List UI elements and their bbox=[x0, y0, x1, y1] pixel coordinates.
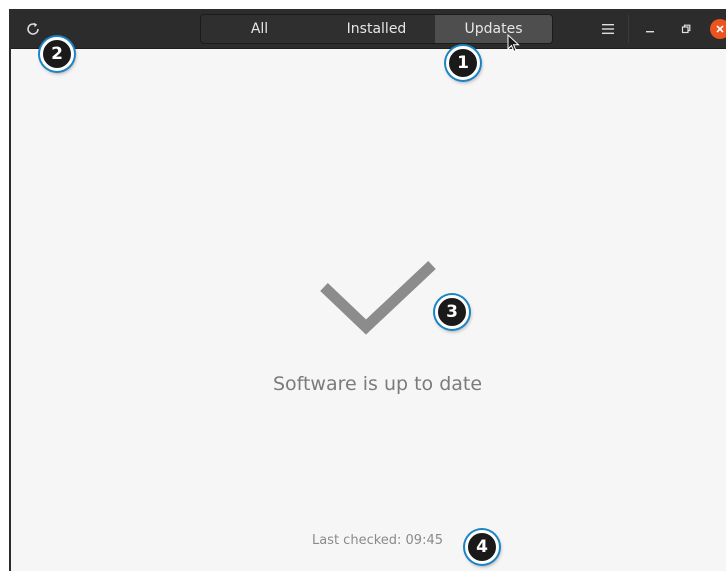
refresh-icon bbox=[27, 22, 39, 35]
updates-view: Software is up to date Last checked: 09:… bbox=[11, 50, 726, 571]
header-separator bbox=[628, 15, 629, 43]
restore-icon bbox=[681, 24, 691, 34]
callout-badge-2: 2 bbox=[40, 37, 74, 71]
tab-all[interactable]: All bbox=[201, 15, 318, 43]
callout-badge-4: 4 bbox=[465, 530, 499, 564]
restore-button[interactable] bbox=[674, 17, 698, 41]
hamburger-menu-icon bbox=[602, 24, 614, 34]
menu-button[interactable] bbox=[596, 17, 620, 41]
close-button[interactable] bbox=[710, 19, 726, 39]
callout-badge-1: 1 bbox=[446, 46, 480, 80]
refresh-button[interactable] bbox=[21, 17, 45, 41]
view-switcher: All Installed Updates bbox=[200, 14, 553, 44]
status-message: Software is up to date bbox=[272, 373, 483, 395]
last-checked-label: Last checked: 09:45 bbox=[311, 533, 444, 548]
checkmark-icon bbox=[320, 260, 436, 335]
mouse-cursor-icon bbox=[507, 34, 520, 53]
tab-installed[interactable]: Installed bbox=[318, 15, 435, 43]
software-window: All Installed Updates Software is up to … bbox=[9, 9, 726, 571]
header-bar: All Installed Updates bbox=[11, 9, 726, 49]
minimize-icon bbox=[646, 31, 654, 33]
callout-badge-3: 3 bbox=[435, 295, 469, 329]
close-icon bbox=[716, 25, 724, 33]
minimize-button[interactable] bbox=[638, 17, 662, 41]
tab-updates[interactable]: Updates bbox=[435, 15, 552, 43]
